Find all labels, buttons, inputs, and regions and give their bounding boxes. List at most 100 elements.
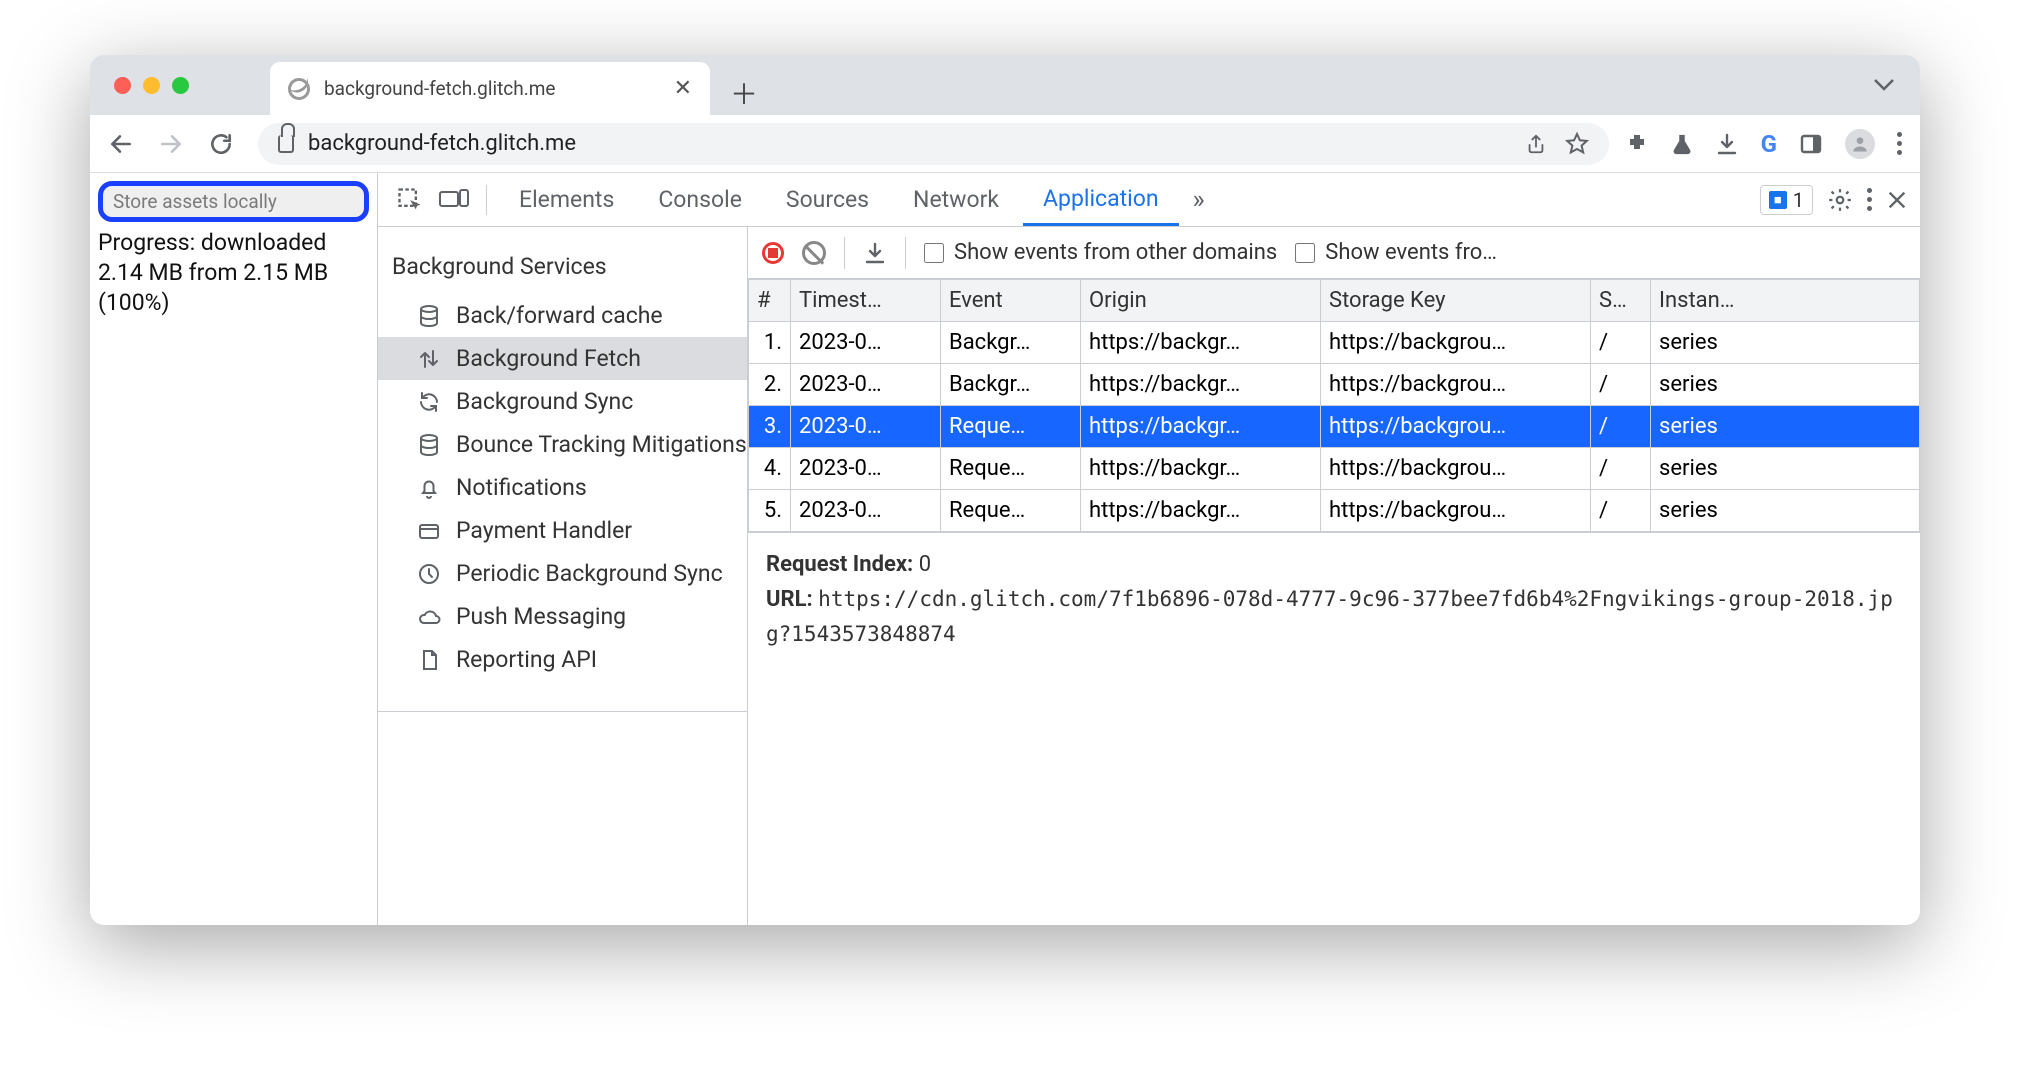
sidebar-item-label: Periodic Background Sync	[456, 560, 723, 587]
inspect-element-button[interactable]	[390, 180, 430, 220]
tab-application[interactable]: Application	[1023, 173, 1179, 226]
col-header[interactable]: #	[749, 280, 791, 322]
tab-elements[interactable]: Elements	[499, 173, 634, 226]
tab-console[interactable]: Console	[638, 173, 762, 226]
cell: series	[1651, 406, 1920, 448]
save-events-button[interactable]	[863, 241, 887, 265]
cell: 2023-0…	[791, 364, 941, 406]
extensions-button[interactable]	[1625, 132, 1649, 156]
col-header[interactable]: S…	[1591, 280, 1651, 322]
sidebar-item-back-forward-cache[interactable]: Back/forward cache	[378, 294, 747, 337]
tab-title: background-fetch.glitch.me	[324, 77, 660, 100]
sidebar-item-payment-handler[interactable]: Payment Handler	[378, 509, 747, 552]
separator	[905, 237, 906, 269]
checkbox-input[interactable]	[924, 243, 944, 263]
minimize-window-button[interactable]	[143, 77, 160, 94]
browser-window: background-fetch.glitch.me ✕ ＋ backgroun…	[90, 55, 1920, 925]
cell: series	[1651, 490, 1920, 532]
cell: Reque…	[941, 490, 1081, 532]
toolbar-actions: G	[1625, 129, 1902, 159]
application-sidebar: Background Services Back/forward cacheBa…	[378, 227, 748, 925]
cell: https://backgr…	[1081, 490, 1321, 532]
bookmark-star-button[interactable]	[1565, 132, 1589, 156]
sidebar-item-notifications[interactable]: Notifications	[378, 466, 747, 509]
devtools-close-button[interactable]	[1886, 189, 1908, 211]
browser-tab[interactable]: background-fetch.glitch.me ✕	[270, 62, 710, 115]
downloads-button[interactable]	[1715, 132, 1739, 156]
devtools-settings-button[interactable]	[1827, 187, 1853, 213]
share-button[interactable]	[1525, 132, 1547, 156]
table-row[interactable]: 1.2023-0…Backgr…https://backgr…https://b…	[749, 322, 1920, 364]
back-button[interactable]	[108, 131, 142, 157]
record-button[interactable]	[762, 242, 784, 264]
address-bar[interactable]: background-fetch.glitch.me	[258, 123, 1609, 165]
cell: https://backgrou…	[1321, 448, 1591, 490]
sidebar-item-background-fetch[interactable]: Background Fetch	[378, 337, 747, 380]
content-area: Store assets locally Progress: downloade…	[90, 173, 1920, 925]
cell: 1.	[749, 322, 791, 364]
cell: https://backgrou…	[1321, 322, 1591, 364]
cell: https://backgr…	[1081, 406, 1321, 448]
table-row[interactable]: 5.2023-0…Reque…https://backgr…https://ba…	[749, 490, 1920, 532]
sidebar-item-push-messaging[interactable]: Push Messaging	[378, 595, 747, 638]
browser-toolbar: background-fetch.glitch.me G	[90, 115, 1920, 173]
cell: https://backgr…	[1081, 448, 1321, 490]
google-icon[interactable]: G	[1761, 130, 1777, 158]
issues-button[interactable]: ■ 1	[1760, 185, 1813, 215]
store-assets-button[interactable]: Store assets locally	[113, 190, 354, 213]
table-row[interactable]: 2.2023-0…Backgr…https://backgr…https://b…	[749, 364, 1920, 406]
progress-text: Progress: downloaded 2.14 MB from 2.15 M…	[98, 228, 369, 318]
globe-icon	[288, 78, 310, 100]
side-panel-button[interactable]	[1799, 132, 1823, 156]
sidebar-item-label: Reporting API	[456, 646, 597, 673]
sidebar-item-background-sync[interactable]: Background Sync	[378, 380, 747, 423]
forward-button[interactable]	[158, 131, 192, 157]
sidebar-item-periodic-background-sync[interactable]: Periodic Background Sync	[378, 552, 747, 595]
sidebar-next-section	[378, 711, 747, 738]
separator	[844, 237, 845, 269]
clear-button[interactable]	[802, 241, 826, 265]
cell: /	[1591, 490, 1651, 532]
table-row[interactable]: 3.2023-0…Reque…https://backgr…https://ba…	[749, 406, 1920, 448]
show-events-checkbox[interactable]: Show events fro…	[1295, 240, 1497, 265]
sidebar-item-label: Notifications	[456, 474, 587, 501]
device-toolbar-button[interactable]	[434, 180, 474, 220]
cell: /	[1591, 322, 1651, 364]
event-details: Request Index: 0 URL: https://cdn.glitch…	[748, 532, 1920, 667]
col-header[interactable]: Timest…	[791, 280, 941, 322]
tab-network[interactable]: Network	[893, 173, 1019, 226]
col-header[interactable]: Event	[941, 280, 1081, 322]
more-tabs-button[interactable]: »	[1183, 185, 1215, 215]
maximize-window-button[interactable]	[172, 77, 189, 94]
cell: Reque…	[941, 448, 1081, 490]
cloud-icon	[416, 604, 442, 630]
issues-icon: ■	[1769, 191, 1787, 209]
cell: series	[1651, 448, 1920, 490]
col-header[interactable]: Storage Key	[1321, 280, 1591, 322]
cell: Reque…	[941, 406, 1081, 448]
tab-overflow-button[interactable]	[1874, 79, 1894, 91]
col-header[interactable]: Instan…	[1651, 280, 1920, 322]
reload-button[interactable]	[208, 131, 242, 157]
close-window-button[interactable]	[114, 77, 131, 94]
database-icon	[416, 432, 442, 458]
close-tab-button[interactable]: ✕	[674, 76, 692, 101]
cell: https://backgr…	[1081, 364, 1321, 406]
checkbox-label: Show events from other domains	[954, 240, 1277, 265]
bell-icon	[416, 475, 442, 501]
devtools-menu-button[interactable]	[1867, 188, 1872, 211]
sidebar-item-reporting-api[interactable]: Reporting API	[378, 638, 747, 681]
devtools-panel: Elements Console Sources Network Applica…	[378, 173, 1920, 925]
profile-avatar-button[interactable]	[1845, 129, 1875, 159]
checkbox-input[interactable]	[1295, 243, 1315, 263]
new-tab-button[interactable]: ＋	[730, 73, 758, 113]
cell: 3.	[749, 406, 791, 448]
request-index-label: Request Index:	[766, 552, 913, 577]
labs-flask-icon[interactable]	[1671, 132, 1693, 156]
chrome-menu-button[interactable]	[1897, 132, 1902, 155]
table-row[interactable]: 4.2023-0…Reque…https://backgr…https://ba…	[749, 448, 1920, 490]
tab-sources[interactable]: Sources	[766, 173, 889, 226]
sidebar-item-bounce-tracking-mitigations[interactable]: Bounce Tracking Mitigations	[378, 423, 747, 466]
show-other-domains-checkbox[interactable]: Show events from other domains	[924, 240, 1277, 265]
col-header[interactable]: Origin	[1081, 280, 1321, 322]
